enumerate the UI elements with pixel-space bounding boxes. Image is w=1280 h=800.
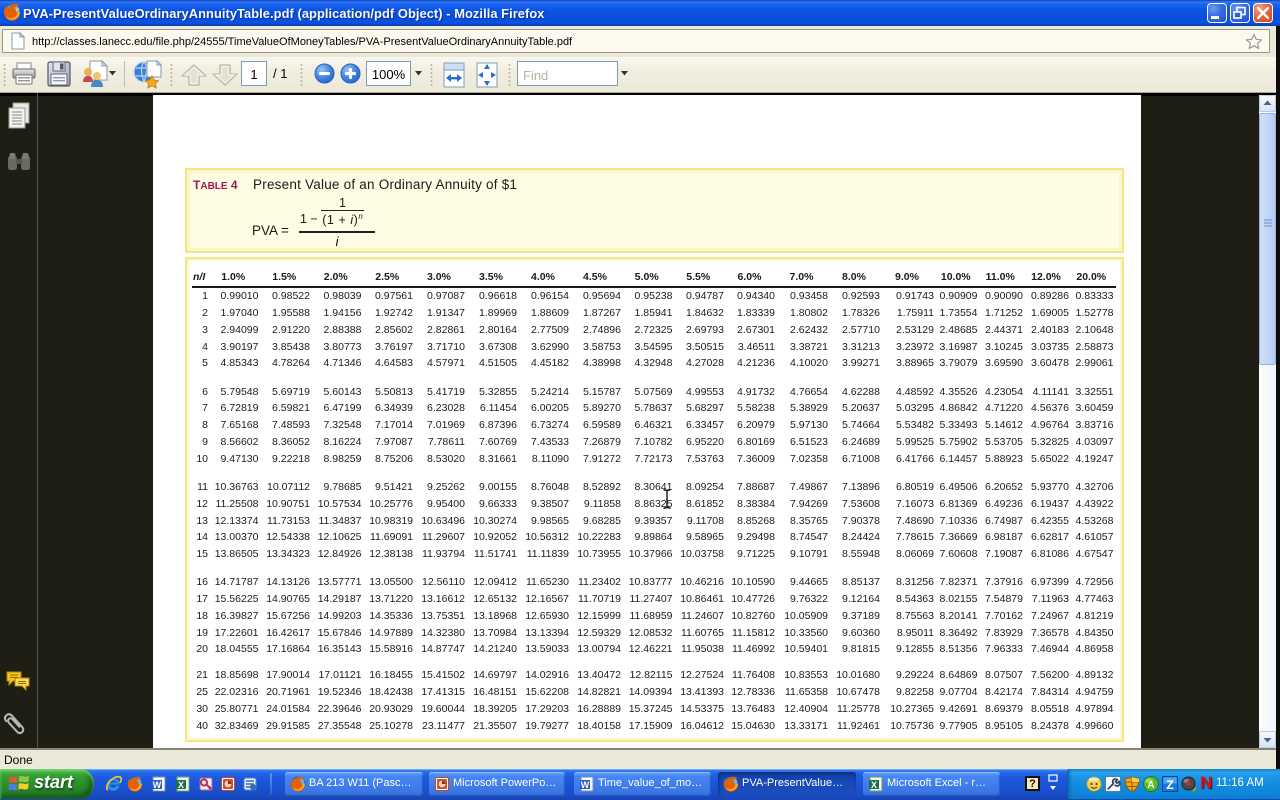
svg-text:X: X xyxy=(871,780,877,790)
svg-text:W: W xyxy=(153,780,162,790)
svg-text:X: X xyxy=(178,780,184,790)
svg-text:A: A xyxy=(1147,780,1154,791)
svg-text:Z: Z xyxy=(1166,778,1173,792)
svg-text:W: W xyxy=(581,780,590,790)
